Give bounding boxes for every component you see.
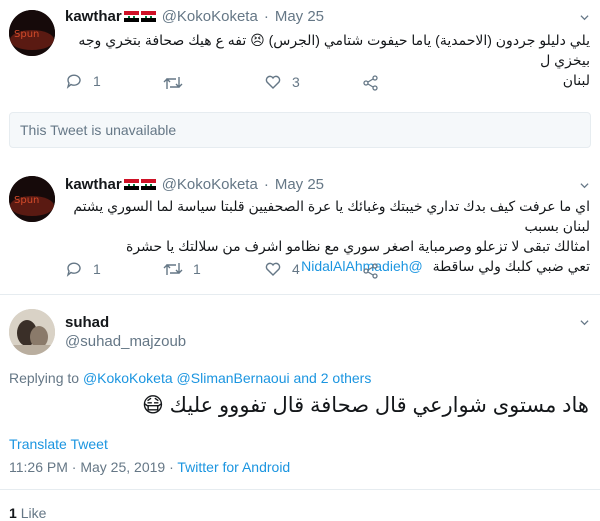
tweet-date[interactable]: May 25, 2019 [80, 459, 165, 475]
tweet2-date[interactable]: May 25 [275, 176, 324, 193]
tweet1-like-count: 3 [292, 74, 300, 90]
tweet2-reply-count: 1 [93, 261, 101, 277]
tweet2-share-button[interactable] [362, 262, 380, 280]
divider [0, 489, 600, 490]
avatar-image [9, 309, 55, 355]
tweet2-text-line1: اي ما عرفت كيف بدك تداري خيبتك وغبائك يا… [73, 198, 590, 234]
avatar-image: Spun [9, 176, 55, 222]
main-tweet-text: هاد مستوى شوارعي قال صحافة قال تفووو علي… [141, 394, 589, 417]
svg-text:Spun: Spun [14, 29, 39, 40]
tweet2-text-line2: امثالك تبقى لا تزعلو وصرمباية اصغر سوري … [126, 238, 590, 254]
tweet1-share-button[interactable] [362, 74, 380, 92]
tweet1-display-name[interactable]: kawthar [65, 8, 122, 25]
tweet2-handle[interactable]: @KokoKoketa [162, 176, 258, 193]
tweet2-like-count: 4 [292, 261, 300, 277]
divider [0, 294, 600, 295]
separator-dot: · [263, 8, 269, 25]
share-icon [363, 263, 378, 279]
heart-icon [265, 75, 281, 89]
replying-user-koko[interactable]: @KokoKoketa [83, 370, 173, 386]
syria-flag-icon [123, 179, 139, 190]
likes-label: Like [20, 505, 47, 521]
tweet2-text-line3-prefix: تعي ضبي كلبك ولي ساقطة [432, 258, 590, 274]
reply-icon [66, 262, 81, 277]
syria-flag-icon [140, 11, 156, 22]
tweet2-like-button[interactable]: 4 [264, 260, 300, 278]
tweet1-reply-count: 1 [93, 73, 101, 89]
unavailable-tweet-box: This Tweet is unavailable [9, 112, 591, 148]
main-display-name[interactable]: suhad [65, 314, 109, 331]
share-icon [363, 75, 378, 91]
likes-count: 1 [9, 505, 17, 521]
tweet2-header: kawthar @KokoKoketa · May 25 [65, 176, 324, 193]
retweet-icon [163, 263, 183, 275]
tweet1-handle[interactable]: @KokoKoketa [162, 8, 258, 25]
tweet2-reply-button[interactable]: 1 [65, 260, 101, 278]
syria-flag-icon [140, 179, 156, 190]
svg-text:Spun: Spun [14, 195, 39, 206]
replying-to-label: Replying to [9, 370, 80, 386]
reply-icon [66, 74, 81, 89]
heart-icon [265, 262, 281, 276]
chevron-down-icon[interactable] [580, 181, 589, 190]
tweet1-text: يلي دليلو جردون (الاحمدية) ياما حيفوت شت… [60, 30, 590, 90]
tweet-source[interactable]: Twitter for Android [177, 459, 290, 475]
avatar-image: Spun [9, 10, 55, 56]
tweet1-text-line2: لبنان [562, 72, 590, 88]
chevron-down-icon[interactable] [580, 13, 589, 22]
tweet1-header: kawthar @KokoKoketa · May 25 [65, 8, 324, 25]
chevron-down-icon[interactable] [580, 318, 589, 327]
tweet1-retweet-button[interactable] [163, 74, 193, 92]
separator-dot: · [263, 176, 269, 193]
unavailable-text: This Tweet is unavailable [20, 122, 177, 138]
avatar-suhad[interactable] [9, 309, 55, 355]
tweet1-text-line1: يلي دليلو جردون (الاحمدية) ياما حيفوت شت… [78, 32, 590, 68]
tweet-time[interactable]: 11:26 PM [9, 459, 68, 475]
translate-tweet-link[interactable]: Translate Tweet [9, 436, 108, 452]
tweet2-display-name[interactable]: kawthar [65, 176, 122, 193]
tweet2-text-line3: تعي ضبي كلبك ولي ساقطة @NidalAlAhmadieh [60, 256, 590, 276]
retweet-icon [163, 77, 183, 89]
main-handle[interactable]: @suhad_majzoub [65, 333, 186, 350]
tweet-meta: 11:26 PM · May 25, 2019 · Twitter for An… [9, 459, 291, 475]
tweet2-retweet-button[interactable]: 1 [163, 260, 201, 278]
replying-others-link[interactable]: and 2 others [293, 370, 371, 386]
replying-to: Replying to @KokoKoketa @SlimanBernaoui … [9, 370, 371, 386]
syria-flag-icon [123, 11, 139, 22]
likes-stat[interactable]: 1 Like [9, 505, 46, 521]
tweet2-retweet-count: 1 [193, 261, 201, 277]
tweet1-reply-button[interactable]: 1 [65, 72, 101, 90]
tweet1-date[interactable]: May 25 [275, 8, 324, 25]
tweet2-text: اي ما عرفت كيف بدك تداري خيبتك وغبائك يا… [60, 196, 590, 276]
avatar-kawthar[interactable]: Spun [9, 176, 55, 222]
replying-user-sliman[interactable]: @SlimanBernaoui [177, 370, 290, 386]
avatar-kawthar[interactable]: Spun [9, 10, 55, 56]
tweet1-like-button[interactable]: 3 [264, 73, 300, 91]
